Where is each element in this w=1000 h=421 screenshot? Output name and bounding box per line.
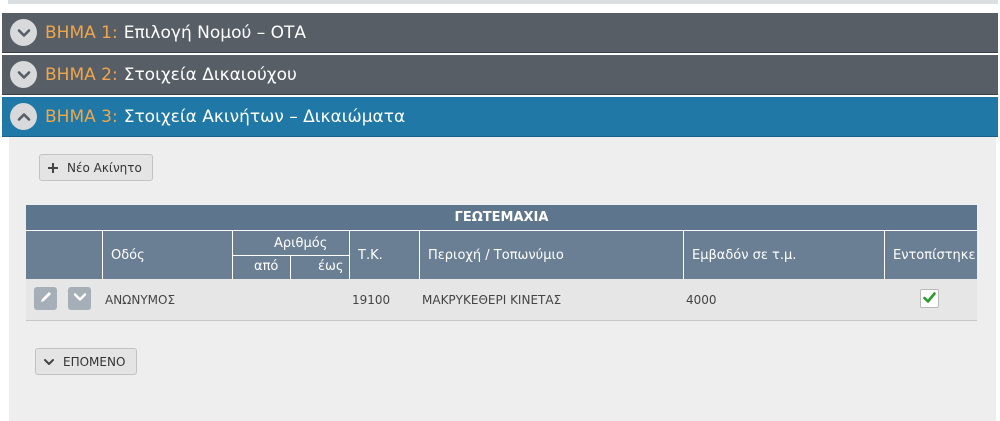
step-1-prefix: ΒΗΜΑ 1:	[45, 22, 118, 43]
step-1-header[interactable]: ΒΗΜΑ 1: Επιλογή Νομού – ΟΤΑ	[2, 13, 998, 53]
cell-surface: 4000	[686, 292, 717, 307]
step-3-title: Στοιχεία Ακινήτων – Δικαιώματα	[123, 106, 406, 127]
col-number: Αριθμός από έως	[232, 231, 350, 279]
col-from-label: από	[254, 259, 279, 274]
check-icon	[923, 291, 936, 307]
table-title: ΓΕΩΤΕΜΑΧΙΑ	[26, 205, 977, 231]
header-divider	[233, 255, 350, 256]
chevron-down-icon	[10, 61, 37, 88]
step-2-header[interactable]: ΒΗΜΑ 2: Στοιχεία Δικαιούχου	[2, 55, 998, 95]
col-number-label: Αριθμός	[274, 236, 328, 251]
table-header: Οδός Αριθμός από έως Τ.Κ. Περιοχή / Τοπω…	[26, 231, 977, 279]
next-label: ΕΠΟΜΕΝΟ	[63, 354, 126, 369]
col-area: Περιοχή / Τοπωνύμιο	[419, 231, 683, 279]
located-checkbox[interactable]	[920, 289, 939, 308]
top-divider	[8, 0, 998, 4]
new-property-button[interactable]: Νέο Ακίνητο	[39, 154, 153, 181]
step-1-title: Επιλογή Νομού – ΟΤΑ	[123, 22, 307, 43]
col-located-label: Εντοπίστηκε	[893, 247, 976, 263]
step-2-prefix: ΒΗΜΑ 2:	[45, 64, 118, 85]
chevron-down-icon	[73, 290, 87, 307]
col-zip-label: Τ.Κ.	[358, 247, 383, 263]
edit-row-button[interactable]	[34, 287, 57, 310]
col-street: Οδός	[102, 231, 232, 279]
plus-icon	[47, 162, 59, 174]
col-surface-label: Εμβαδόν σε τ.μ.	[692, 247, 797, 263]
col-street-label: Οδός	[111, 247, 145, 263]
cell-zip: 19100	[352, 292, 391, 307]
cell-street: ΑΝΩΝΥΜΟΣ	[105, 292, 176, 307]
pencil-icon	[39, 290, 53, 307]
step-3-prefix: ΒΗΜΑ 3:	[45, 106, 118, 127]
col-to-label: έως	[318, 259, 344, 274]
expand-row-button[interactable]	[68, 287, 91, 310]
header-divider	[290, 255, 291, 279]
table-row: ΑΝΩΝΥΜΟΣ 19100 ΜΑΚΡΥΚΕΘΕΡΙ ΚΙΝΕΤΑΣ 4000	[26, 279, 977, 321]
col-located: Εντοπίστηκε	[884, 231, 977, 279]
cell-area: ΜΑΚΡΥΚΕΘΕΡΙ ΚΙΝΕΤΑΣ	[422, 292, 562, 307]
step-3-header[interactable]: ΒΗΜΑ 3: Στοιχεία Ακινήτων – Δικαιώματα	[2, 97, 998, 137]
next-button[interactable]: ΕΠΟΜΕΝΟ	[35, 348, 137, 375]
col-zip: Τ.Κ.	[349, 231, 419, 279]
chevron-down-icon	[10, 19, 37, 46]
col-surface: Εμβαδόν σε τ.μ.	[683, 231, 884, 279]
chevron-up-icon	[10, 103, 37, 130]
col-area-label: Περιοχή / Τοπωνύμιο	[428, 247, 564, 263]
step-2-title: Στοιχεία Δικαιούχου	[123, 64, 297, 85]
parcels-table: ΓΕΩΤΕΜΑΧΙΑ Οδός Αριθμός από έως Τ.Κ. Περ…	[26, 205, 977, 321]
chevron-down-icon	[43, 356, 55, 368]
new-property-label: Νέο Ακίνητο	[67, 160, 142, 175]
